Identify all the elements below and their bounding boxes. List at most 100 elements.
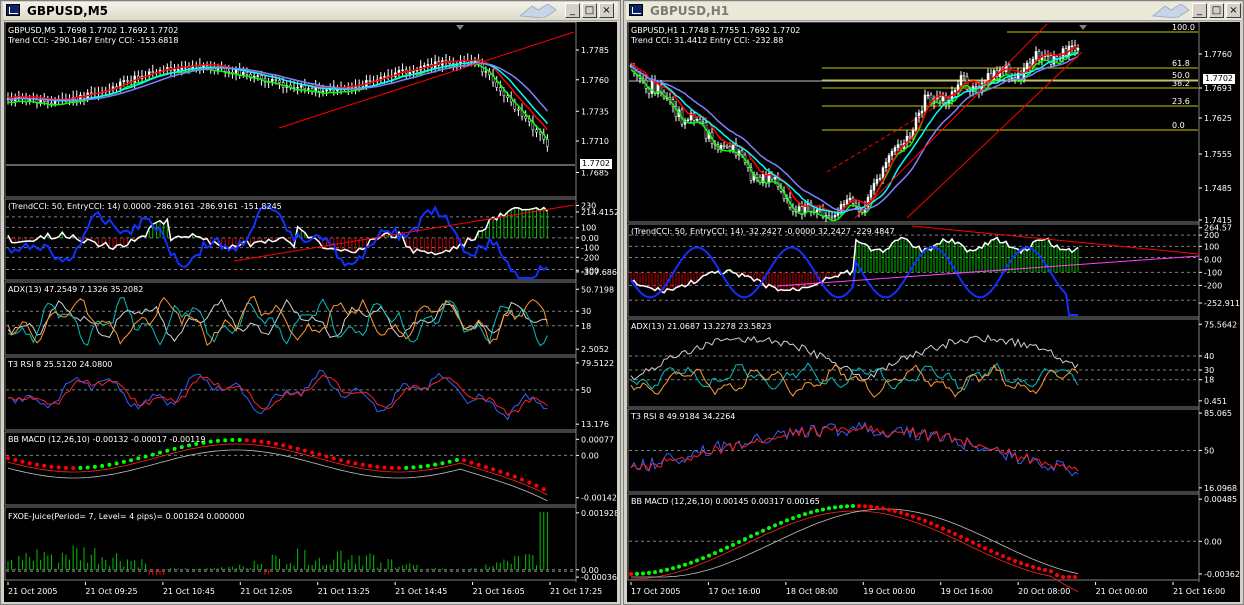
macd-dot [707, 553, 711, 558]
candle-body [448, 61, 451, 64]
macd-dot [1025, 563, 1029, 568]
title-bar[interactable]: GBPUSD,M5 _ □ × [3, 2, 618, 21]
candle-body [827, 215, 831, 218]
candle-body [524, 115, 527, 119]
ma-cyan [7, 61, 548, 125]
macd-dot [34, 462, 39, 467]
macd-dot [114, 461, 119, 466]
candle-body [722, 145, 726, 147]
trendline [278, 31, 575, 129]
candle-body [830, 216, 834, 219]
macd-dot [671, 566, 675, 571]
macd-dot [773, 523, 777, 528]
macd-dot [165, 448, 170, 453]
chart-area[interactable]: 17 Oct 2005 17 Oct 16:00 18 Oct 08:00 19 Oc… [627, 22, 1240, 602]
axis-label: 40 [1204, 352, 1214, 361]
macd-dot [749, 534, 753, 539]
pane-frame [627, 22, 1200, 223]
chart-window-h1[interactable]: GBPUSD,H1 _ □ × 17 Oct 2005 17 Oct 16:00 1… [623, 0, 1244, 605]
axis-label: 16.0968 [1204, 484, 1237, 493]
adx-line [7, 298, 548, 343]
chart-window-icon [629, 4, 643, 16]
minimize-button[interactable]: _ [1192, 3, 1207, 18]
candle-body [884, 162, 888, 168]
macd-dot [469, 460, 474, 465]
candle-body [506, 95, 509, 98]
macd-dot [653, 570, 657, 575]
juice-pane-label: FXOE-Juice(Period= 7, Level= 4 pips)= 0.… [8, 512, 245, 521]
axis-label: 1.7760 [1204, 50, 1232, 59]
fib-level-label: 38.2 [1172, 79, 1190, 88]
candle-body [546, 139, 549, 147]
macd-dot [947, 529, 951, 534]
axis-label: 13.176 [581, 420, 609, 429]
axis-label: 50 [581, 386, 591, 395]
macd-dot [324, 454, 329, 459]
macd-dot [179, 445, 184, 450]
macd-dot [887, 507, 891, 512]
chart-ohlc-label: GBPUSD,H1 1.7748 1.7755 1.7692 1.7702 [631, 26, 800, 35]
axis-label: 18 [581, 322, 591, 331]
macd-dot [989, 548, 993, 553]
macd-signal-line [631, 508, 1079, 578]
chart-window-icon [6, 4, 20, 16]
macd-dot [491, 467, 496, 472]
trendline-dashed [826, 81, 978, 173]
chart-canvas[interactable]: 17 Oct 2005 17 Oct 16:00 18 Oct 08:00 19 Oc… [627, 22, 1240, 602]
price-box: 1.7702 [1202, 73, 1236, 85]
axis-label: 2.5052 [581, 345, 609, 354]
macd-dot [791, 516, 795, 521]
chart-window-m5[interactable]: GBPUSD,M5 _ □ × 21 Oct 2005 21 Oct 09:25 2… [0, 0, 621, 605]
macd-dot [923, 518, 927, 523]
macd-dot [857, 504, 861, 509]
macd-dot [476, 462, 481, 467]
macd-dot [827, 506, 831, 511]
ma-green [630, 50, 1079, 222]
title-bar[interactable]: GBPUSD,H1 _ □ × [626, 2, 1241, 21]
axis-label: -0.00036 [581, 573, 617, 582]
macd-dot [1043, 568, 1047, 573]
adx-pane-label: ADX(13) 47.2549 7.1326 35.2082 [8, 285, 143, 294]
axis-label: -200 [1204, 281, 1222, 290]
pane-frame [627, 493, 1200, 581]
macd-dot [100, 463, 105, 468]
close-button[interactable]: × [1226, 3, 1241, 18]
macd-dot [851, 504, 855, 509]
macd-dot [1049, 569, 1053, 574]
time-label: 21 Oct 12:05 [240, 587, 292, 596]
ma-blue [630, 55, 1079, 212]
close-button[interactable]: × [599, 3, 614, 18]
axis-label: -200 [581, 253, 599, 262]
trend-cci-line [630, 236, 1079, 294]
candle-body [321, 90, 325, 93]
macd-pane-label: BB MACD (12,26,10) -0.00132 -0.00017 -0.… [8, 435, 205, 444]
pane-frame [4, 22, 577, 198]
axis-label: 0.00077 [581, 435, 614, 444]
maximize-button[interactable]: □ [1209, 3, 1224, 18]
candle-body [869, 189, 873, 198]
macd-dot [42, 463, 47, 468]
candle-body [686, 119, 690, 122]
macd-dot [641, 571, 645, 576]
candle-body [896, 144, 900, 148]
axis-label: 0.00 [1204, 537, 1222, 546]
maximize-button[interactable]: □ [582, 3, 597, 18]
cci-pane-label: (TrendCCI: 50, EntryCCI: 14) 0.0000 -286… [8, 202, 282, 211]
rsi-pane-label: T3 RSI 8 25.5120 24.0800 [7, 360, 112, 369]
candle-body [920, 110, 924, 114]
minimize-button[interactable]: _ [565, 3, 580, 18]
macd-dot [881, 506, 885, 511]
candle-body [517, 108, 520, 111]
candle-body [941, 95, 945, 102]
candle-body [296, 86, 299, 89]
candle-body [797, 206, 801, 212]
chart-area[interactable]: 21 Oct 2005 21 Oct 09:25 21 Oct 10:45 21 Oc… [4, 22, 617, 602]
axis-label: 0.00 [581, 451, 599, 460]
fib-level-label: 61.8 [1172, 59, 1190, 68]
chart-canvas[interactable]: 21 Oct 2005 21 Oct 09:25 21 Oct 10:45 21 Oc… [4, 22, 617, 602]
macd-dot [899, 510, 903, 515]
candle-body [495, 81, 498, 88]
candle-body [397, 70, 401, 74]
macd-dot [462, 458, 467, 463]
adx-pane-label: ADX(13) 21.0687 13.2278 23.5823 [631, 322, 771, 331]
